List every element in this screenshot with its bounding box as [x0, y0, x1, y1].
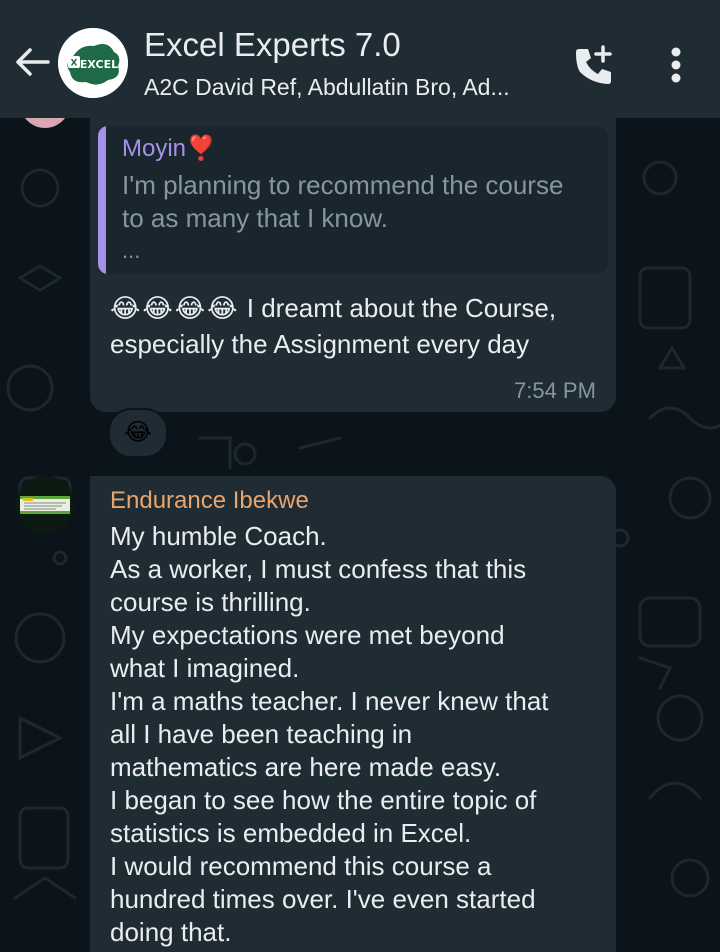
message-line: As a worker, I must confess that this	[110, 554, 527, 584]
sender-name[interactable]: Endurance Ibekwe	[110, 486, 309, 516]
message-timestamp: 7:54 PM	[514, 378, 596, 403]
arrow-left-icon	[16, 48, 50, 76]
message-line: I would recommend this course a	[110, 851, 492, 881]
svg-text:EXCEL: EXCEL	[80, 58, 118, 71]
quoted-ellipsis: ...	[122, 238, 141, 263]
reaction-badge[interactable]: 😂	[108, 408, 168, 458]
chat-header: X EXCEL Excel Experts 7.0 A2C David Ref,…	[0, 0, 720, 118]
quoted-message[interactable]: Moyin❣️ I'm planning to recommend the co…	[98, 126, 608, 274]
quoted-author: Moyin❣️	[122, 135, 216, 162]
group-members[interactable]: A2C David Ref, Abdullatin Bro, Ad...	[144, 72, 564, 102]
message-line: I'm a maths teacher. I never knew that	[110, 686, 549, 716]
message-line: doing that.	[110, 917, 232, 947]
message-line: hundred times over. I've even started	[110, 884, 536, 914]
add-call-icon	[576, 45, 612, 84]
message-line: course is thrilling.	[110, 587, 311, 617]
group-avatar[interactable]: X EXCEL	[58, 28, 128, 98]
add-call-button[interactable]	[566, 40, 620, 90]
message-line: My expectations were met beyond	[110, 620, 505, 650]
svg-text:X: X	[71, 59, 78, 69]
excel-logo-icon: X EXCEL	[58, 28, 128, 98]
message-text: 😂😂😂😂 I dreamt about the Course, especial…	[110, 290, 590, 362]
chat-screen: X EXCEL Excel Experts 7.0 A2C David Ref,…	[0, 0, 720, 952]
message-line: what I imagined.	[110, 653, 300, 683]
more-vertical-icon	[671, 47, 681, 83]
reaction-emoji: 😂	[123, 419, 153, 446]
message-line: statistics is embedded in Excel.	[110, 818, 472, 848]
message-text: My humble Coach. As a worker, I must con…	[110, 520, 610, 949]
message-line: I began to see how the entire topic of	[110, 785, 537, 815]
quote-accent-bar	[98, 126, 106, 274]
quoted-text: I'm planning to recommend the course to …	[122, 170, 564, 233]
sender-avatar[interactable]	[16, 476, 74, 534]
message-line: all I have been teaching in	[110, 719, 413, 749]
laughing-emoji: 😂😂😂😂	[110, 293, 240, 323]
more-options-button[interactable]	[656, 40, 696, 90]
message-line: mathematics are here made easy.	[110, 752, 502, 782]
sender-avatar-image	[16, 476, 74, 534]
message-line: My humble Coach.	[110, 521, 327, 551]
group-title[interactable]: Excel Experts 7.0	[144, 26, 401, 64]
back-button[interactable]	[12, 40, 52, 84]
